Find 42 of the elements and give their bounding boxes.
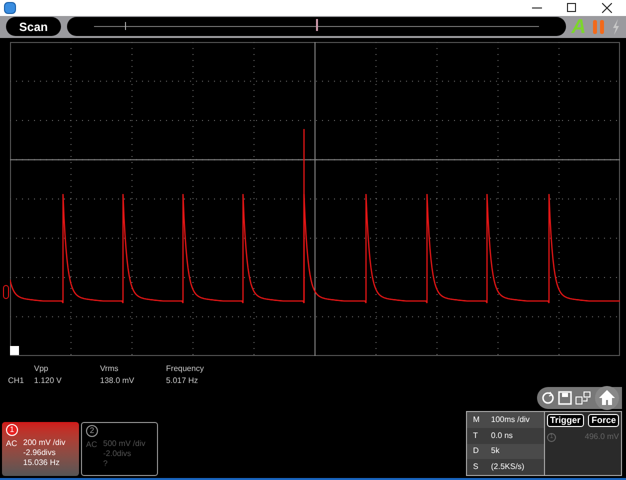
- app-icon: [4, 2, 16, 14]
- volts-per-div: 500 mV /div: [103, 439, 146, 449]
- channel-frequency: ?: [103, 459, 109, 469]
- measurement-label: Vpp: [34, 363, 50, 375]
- refresh-icon[interactable]: [541, 391, 555, 405]
- trigger-level: 496.0 mV: [584, 431, 619, 443]
- measurement-value: 1.120 V: [34, 375, 63, 387]
- measurement-label: Vrms: [100, 363, 120, 375]
- close-icon[interactable]: [602, 2, 612, 13]
- timebase-key: M: [473, 414, 491, 426]
- timebase-value: 5k: [491, 445, 500, 458]
- scan-button[interactable]: Scan: [6, 17, 61, 36]
- timebase-value: 100ms /div: [491, 414, 530, 426]
- channel-frequency: 15.036 Hz: [23, 458, 61, 468]
- coupling-label: AC: [86, 439, 98, 451]
- channel-card[interactable]: 1 AC 200 mV /div -2.96divs 15.036 Hz: [2, 422, 79, 476]
- channel-card[interactable]: 2 AC 500 mV /div -2.0divs ?: [81, 422, 158, 476]
- window-marker[interactable]: [125, 22, 126, 30]
- measurement-value: 5.017 Hz: [166, 375, 200, 387]
- channel-offset: -2.96divs: [23, 448, 57, 458]
- position-slider[interactable]: [67, 17, 566, 36]
- volts-per-div: 200 mV /div: [23, 438, 66, 448]
- timebase-key: D: [473, 445, 491, 458]
- channel-number: 1: [6, 424, 18, 436]
- timebase-value: (2.5KS/s): [491, 461, 524, 474]
- timebase-value: 0.0 ns: [491, 430, 513, 442]
- trigger-button[interactable]: Trigger: [547, 414, 584, 427]
- measurement-label: Frequency: [166, 363, 205, 375]
- timebase-key: T: [473, 430, 491, 442]
- save-icon[interactable]: [558, 391, 572, 405]
- maximize-icon[interactable]: [567, 3, 576, 12]
- channel-marker[interactable]: [3, 285, 9, 299]
- home-icon[interactable]: [594, 385, 620, 411]
- timebase-key: S: [473, 461, 491, 474]
- coupling-label: AC: [6, 438, 18, 450]
- trigger-marker[interactable]: [316, 19, 318, 32]
- swap-icon[interactable]: [575, 391, 591, 405]
- measurement-value: 138.0 mV: [100, 375, 136, 387]
- force-button[interactable]: Force: [588, 414, 619, 427]
- channel-number: 2: [86, 425, 98, 437]
- measurement-channel: CH1: [8, 375, 24, 387]
- channel-offset: -2.0divs: [103, 449, 132, 459]
